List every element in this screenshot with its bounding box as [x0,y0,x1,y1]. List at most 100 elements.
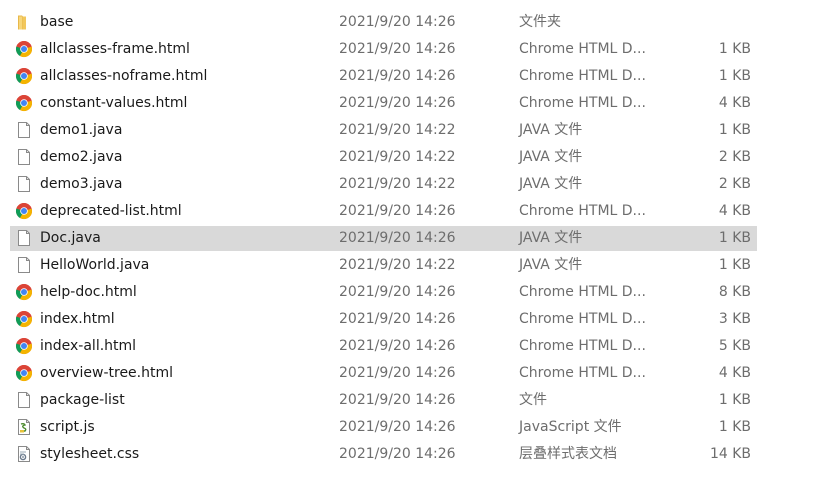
file-icon [15,229,33,247]
file-type: JAVA 文件 [519,176,583,192]
file-icon [15,175,33,193]
file-name: deprecated-list.html [40,203,182,219]
file-size: 1 KB [718,122,751,138]
file-size: 2 KB [718,149,751,165]
file-name: allclasses-noframe.html [40,68,208,84]
chrome-icon [15,67,33,85]
file-size: 1 KB [718,41,751,57]
file-size: 1 KB [718,68,751,84]
file-name: Doc.java [40,230,101,246]
file-icon [15,121,33,139]
file-row[interactable]: demo3.java 2021/9/20 14:22 JAVA 文件 2 KB [10,172,757,197]
file-icon [15,256,33,274]
file-type: Chrome HTML D... [519,41,646,57]
file-type: Chrome HTML D... [519,365,646,381]
file-icon [15,148,33,166]
chrome-icon [15,94,33,112]
file-type: JavaScript 文件 [519,419,622,435]
file-row[interactable]: deprecated-list.html 2021/9/20 14:26 Chrom… [10,199,757,224]
file-type: JAVA 文件 [519,149,583,165]
file-size: 4 KB [718,95,751,111]
file-type: JAVA 文件 [519,257,583,273]
file-size: 1 KB [718,230,751,246]
file-name: constant-values.html [40,95,188,111]
file-size: 14 KB [709,446,751,462]
file-name: script.js [40,419,95,435]
file-date-modified: 2021/9/20 14:22 [339,176,456,192]
file-row[interactable]: package-list 2021/9/20 14:26 文件 1 KB [10,388,757,413]
chrome-icon [15,364,33,382]
file-name: index.html [40,311,115,327]
file-date-modified: 2021/9/20 14:26 [339,311,456,327]
file-row[interactable]: index-all.html 2021/9/20 14:26 Chrome HTML… [10,334,757,359]
file-type: Chrome HTML D... [519,311,646,327]
file-icon [15,391,33,409]
file-date-modified: 2021/9/20 14:22 [339,257,456,273]
file-row[interactable]: demo2.java 2021/9/20 14:22 JAVA 文件 2 KB [10,145,757,170]
file-size: 5 KB [718,338,751,354]
file-date-modified: 2021/9/20 14:26 [339,338,456,354]
file-row[interactable]: allclasses-noframe.html 2021/9/20 14:26 Ch… [10,64,757,89]
file-size: 8 KB [718,284,751,300]
file-date-modified: 2021/9/20 14:26 [339,419,456,435]
file-date-modified: 2021/9/20 14:26 [339,41,456,57]
file-type: 文件 [519,392,547,408]
file-type: JAVA 文件 [519,230,583,246]
file-size: 4 KB [718,365,751,381]
file-date-modified: 2021/9/20 14:26 [339,95,456,111]
file-name: HelloWorld.java [40,257,150,273]
file-row[interactable]: index.html 2021/9/20 14:26 Chrome HTML D..… [10,307,757,332]
file-type: Chrome HTML D... [519,284,646,300]
file-date-modified: 2021/9/20 14:26 [339,284,456,300]
file-row[interactable]: overview-tree.html 2021/9/20 14:26 Chrome … [10,361,757,386]
file-date-modified: 2021/9/20 14:22 [339,149,456,165]
chrome-icon [15,202,33,220]
file-list: base 2021/9/20 14:26 文件夹 allclasses-frame.h… [0,0,829,483]
file-row[interactable]: help-doc.html 2021/9/20 14:26 Chrome HTML … [10,280,757,305]
file-date-modified: 2021/9/20 14:26 [339,392,456,408]
file-name: demo1.java [40,122,123,138]
file-name: index-all.html [40,338,137,354]
file-row[interactable]: Doc.java 2021/9/20 14:26 JAVA 文件 1 KB [10,226,757,251]
file-row[interactable]: HelloWorld.java 2021/9/20 14:22 JAVA 文件 1 K… [10,253,757,278]
file-date-modified: 2021/9/20 14:26 [339,230,456,246]
file-size: 1 KB [718,257,751,273]
file-date-modified: 2021/9/20 14:22 [339,122,456,138]
file-name: base [40,14,74,30]
file-type: Chrome HTML D... [519,68,646,84]
file-size: 2 KB [718,176,751,192]
file-type: 文件夹 [519,14,561,30]
file-name: demo2.java [40,149,123,165]
chrome-icon [15,337,33,355]
chrome-icon [15,310,33,328]
file-name: help-doc.html [40,284,137,300]
file-date-modified: 2021/9/20 14:26 [339,14,456,30]
file-type: Chrome HTML D... [519,338,646,354]
chrome-icon [15,40,33,58]
file-name: stylesheet.css [40,446,140,462]
file-size: 4 KB [718,203,751,219]
file-size: 1 KB [718,392,751,408]
file-size: 3 KB [718,311,751,327]
file-date-modified: 2021/9/20 14:26 [339,365,456,381]
script-file-icon [15,418,33,436]
file-date-modified: 2021/9/20 14:26 [339,446,456,462]
file-row[interactable]: stylesheet.css 2021/9/20 14:26 层叠样式表文档 14 K… [10,442,757,467]
file-row[interactable]: allclasses-frame.html 2021/9/20 14:26 Chro… [10,37,757,62]
file-name: package-list [40,392,125,408]
file-row[interactable]: constant-values.html 2021/9/20 14:26 Chrom… [10,91,757,116]
file-date-modified: 2021/9/20 14:26 [339,203,456,219]
file-row[interactable]: demo1.java 2021/9/20 14:22 JAVA 文件 1 KB [10,118,757,143]
file-type: 层叠样式表文档 [519,446,617,462]
file-name: allclasses-frame.html [40,41,190,57]
file-type: Chrome HTML D... [519,95,646,111]
chrome-icon [15,283,33,301]
css-file-icon [15,445,33,463]
file-date-modified: 2021/9/20 14:26 [339,68,456,84]
file-row[interactable]: script.js 2021/9/20 14:26 JavaScript 文件 1 K… [10,415,757,440]
file-row[interactable]: base 2021/9/20 14:26 文件夹 [10,10,757,35]
file-name: overview-tree.html [40,365,174,381]
file-size: 1 KB [718,419,751,435]
folder-icon [15,13,33,31]
file-name: demo3.java [40,176,123,192]
